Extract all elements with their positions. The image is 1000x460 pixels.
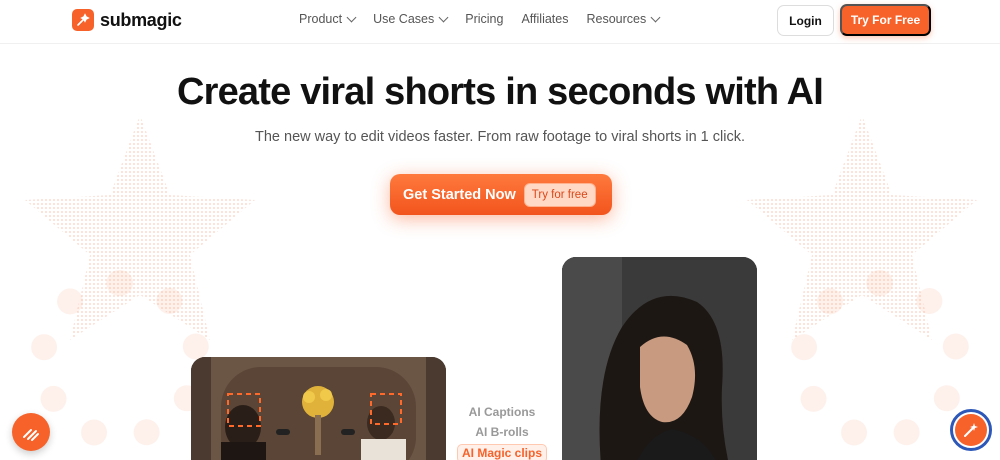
nav-item-resources[interactable]: Resources [586, 12, 661, 26]
nav-item-pricing[interactable]: Pricing [465, 12, 503, 26]
brand-logo[interactable]: submagic [72, 9, 182, 31]
site-header: submagic Product Use Cases Pricing Affil… [0, 0, 1000, 44]
hero-title: Create viral shorts in seconds with AI [176, 71, 824, 113]
cta-label: Get Started Now [403, 186, 516, 203]
woman-portrait-image [562, 257, 757, 460]
magic-wand-button[interactable] [950, 409, 992, 451]
get-started-button[interactable]: Get Started Now Try for free [390, 174, 612, 215]
nav-item-label: Resources [586, 12, 647, 26]
brand-name: submagic [100, 9, 182, 30]
feature-item-ai-captions[interactable]: AI Captions [452, 402, 552, 422]
chevron-down-icon [346, 12, 357, 22]
decorative-ring-right [790, 270, 970, 450]
magic-lines-button[interactable] [12, 413, 50, 451]
nav-item-affiliates[interactable]: Affiliates [521, 12, 568, 26]
main-nav: Product Use Cases Pricing Affiliates Res… [299, 12, 661, 26]
feature-item-ai-magic-clips[interactable]: AI Magic clips [456, 444, 548, 460]
portrait-video-preview[interactable] [562, 257, 757, 460]
nav-item-use-cases[interactable]: Use Cases [373, 12, 449, 26]
magic-wand-icon [964, 423, 978, 437]
try-for-free-pill: Try for free [523, 182, 596, 207]
magic-lines-icon [23, 429, 39, 441]
hero-subtitle: The new way to edit videos faster. From … [255, 129, 745, 145]
chevron-down-icon [438, 12, 449, 22]
chevron-down-icon [650, 12, 661, 22]
feature-list: AI Captions AI B-rolls AI Magic clips [452, 402, 552, 460]
submagic-logo-icon [72, 9, 94, 31]
podcast-scene-image [191, 357, 446, 460]
nav-item-label: Product [299, 12, 343, 26]
decorative-ring-left [30, 270, 210, 450]
nav-item-product[interactable]: Product [299, 12, 357, 26]
login-button[interactable]: Login [777, 5, 834, 36]
nav-item-label: Affiliates [521, 12, 569, 26]
landing-page: submagic Product Use Cases Pricing Affil… [0, 0, 1000, 460]
nav-item-label: Use Cases [373, 12, 435, 26]
feature-item-ai-brolls[interactable]: AI B-rolls [452, 422, 552, 442]
nav-item-label: Pricing [465, 12, 504, 26]
podcast-video-preview[interactable] [191, 357, 446, 460]
try-for-free-button[interactable]: Try For Free [840, 4, 931, 36]
magic-wand-badge [955, 414, 987, 446]
